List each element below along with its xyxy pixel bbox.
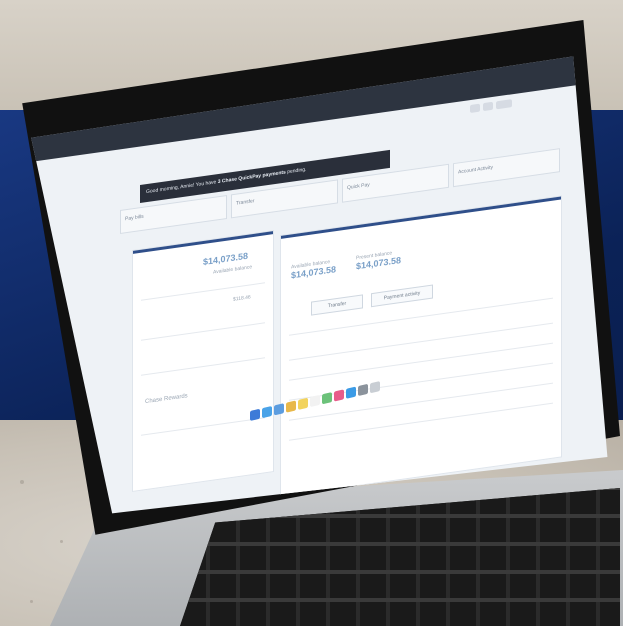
- activity-button[interactable]: Payment activity: [371, 284, 433, 308]
- top-right-controls: [470, 97, 530, 115]
- calendar-icon[interactable]: [310, 394, 320, 408]
- table-row: [289, 402, 553, 441]
- photos-icon[interactable]: [286, 400, 296, 413]
- mail-icon[interactable]: [274, 403, 284, 416]
- left-balance-label: Available balance: [213, 264, 253, 276]
- rewards-value: $118.46: [233, 294, 251, 303]
- transfer-button[interactable]: Transfer: [311, 294, 363, 316]
- banner-suffix: pending.: [285, 166, 307, 176]
- store-icon[interactable]: [346, 386, 356, 399]
- sign-out-icon: [496, 99, 512, 110]
- divider: [141, 357, 265, 376]
- music-icon[interactable]: [334, 389, 344, 402]
- user-icon: [483, 101, 493, 112]
- safari-icon[interactable]: [262, 405, 272, 419]
- search-icon: [470, 103, 480, 113]
- photo-scene: Good morning, Annie! You have 3 Chase Qu…: [0, 0, 623, 626]
- divider: [141, 322, 265, 341]
- banner-text: Good morning, Annie! You have: [146, 179, 218, 196]
- settings-icon[interactable]: [358, 383, 368, 397]
- panel-accent: [133, 231, 273, 254]
- banner-emphasis: 3 Chase QuickPay payments: [217, 169, 286, 186]
- tab-activity[interactable]: Account Activity: [453, 148, 560, 188]
- maps-icon[interactable]: [322, 392, 332, 405]
- rewards-prompt[interactable]: Chase Rewards: [145, 393, 188, 405]
- trash-icon[interactable]: [370, 380, 380, 394]
- divider: [141, 417, 265, 436]
- finder-icon[interactable]: [250, 408, 260, 421]
- tab-pay-bills[interactable]: Pay bills: [120, 194, 227, 234]
- account-summary-panel: $14,073.58 Available balance $118.46 Cha…: [132, 230, 274, 492]
- notes-icon[interactable]: [298, 397, 308, 410]
